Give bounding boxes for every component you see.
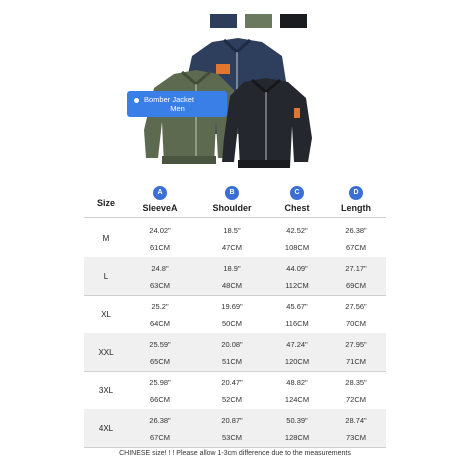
column-header-sleeve: A SleeveA (135, 186, 185, 213)
cm-value: 50CM (221, 319, 242, 328)
size-label: 4XL (98, 424, 114, 433)
color-swatches (210, 14, 307, 28)
row-divider (84, 447, 386, 448)
inch-value: 27.95" (345, 340, 367, 349)
inch-value: 48.82" (286, 378, 308, 387)
inch-value: 19.69" (221, 302, 243, 311)
header-divider (84, 217, 386, 218)
inch-value: 20.47" (221, 378, 243, 387)
column-header-length: D Length (331, 186, 381, 213)
inch-value: 25.98" (149, 378, 171, 387)
inch-value: 27.17" (345, 264, 367, 273)
cm-value: 53CM (221, 433, 242, 442)
cm-value: 67CM (149, 433, 170, 442)
cm-value: 116CM (285, 319, 309, 328)
inch-value: 25.2" (151, 302, 169, 311)
product-tag: Bomber Jacket Men (127, 91, 227, 117)
cm-value: 72CM (345, 395, 366, 404)
inch-value: 28.35" (345, 378, 367, 387)
inch-value: 20.08" (221, 340, 243, 349)
inch-value: 24.02" (149, 226, 171, 235)
column-header-shoulder: B Shoulder (207, 186, 257, 213)
column-header-chest: C Chest (272, 186, 322, 213)
tag-line2: Men (170, 104, 185, 113)
inch-value: 47.24" (286, 340, 308, 349)
cm-value: 66CM (149, 395, 170, 404)
tag-dot (134, 98, 139, 103)
inch-value: 28.74" (345, 416, 367, 425)
cm-value: 65CM (149, 357, 170, 366)
cm-value: 51CM (221, 357, 242, 366)
inch-value: 25.59" (149, 340, 171, 349)
cm-value: 70CM (345, 319, 366, 328)
badge-a-icon: A (153, 186, 167, 200)
cm-value: 124CM (284, 395, 310, 404)
cm-value: 112CM (285, 281, 309, 290)
cm-value: 61CM (149, 243, 170, 252)
inch-value: 27.56" (345, 302, 367, 311)
badge-c-icon: C (290, 186, 304, 200)
badge-d-icon: D (349, 186, 363, 200)
tag-line1: Bomber Jacket (144, 95, 195, 104)
size-column-header: Size (96, 198, 115, 208)
cm-value: 108CM (284, 243, 310, 252)
cm-value: 73CM (345, 433, 366, 442)
swatch-navy[interactable] (210, 14, 237, 28)
cm-value: 128CM (284, 433, 310, 442)
inch-value: 45.67" (286, 302, 308, 311)
swatch-black[interactable] (280, 14, 307, 28)
measurement-note: CHINESE size! ! ! Please allow 1-3cm dif… (119, 450, 351, 457)
cm-value: 64CM (149, 319, 170, 328)
inch-value: 42.52" (286, 226, 308, 235)
size-label: XXL (98, 348, 114, 357)
cm-value: 71CM (345, 357, 366, 366)
size-label: L (103, 272, 109, 281)
inch-value: 50.39" (286, 416, 308, 425)
cm-value: 67CM (345, 243, 366, 252)
black-jacket (222, 78, 312, 168)
size-label: XL (101, 310, 111, 319)
swatch-green[interactable] (245, 14, 272, 28)
inch-value: 26.38" (149, 416, 171, 425)
cm-value: 63CM (149, 281, 170, 290)
inch-value: 24.8" (151, 264, 169, 273)
inch-value: 44.09" (286, 264, 308, 273)
size-label: 3XL (98, 386, 114, 395)
cm-value: 47CM (221, 243, 242, 252)
inch-value: 26.38" (345, 226, 367, 235)
cm-value: 52CM (221, 395, 242, 404)
inch-value: 18.9" (223, 264, 241, 273)
inch-value: 20.87" (221, 416, 243, 425)
cm-value: 48CM (221, 281, 242, 290)
inch-value: 18.5" (223, 226, 241, 235)
badge-b-icon: B (225, 186, 239, 200)
size-label: M (102, 234, 110, 243)
cm-value: 120CM (284, 357, 310, 366)
cm-value: 69CM (345, 281, 366, 290)
